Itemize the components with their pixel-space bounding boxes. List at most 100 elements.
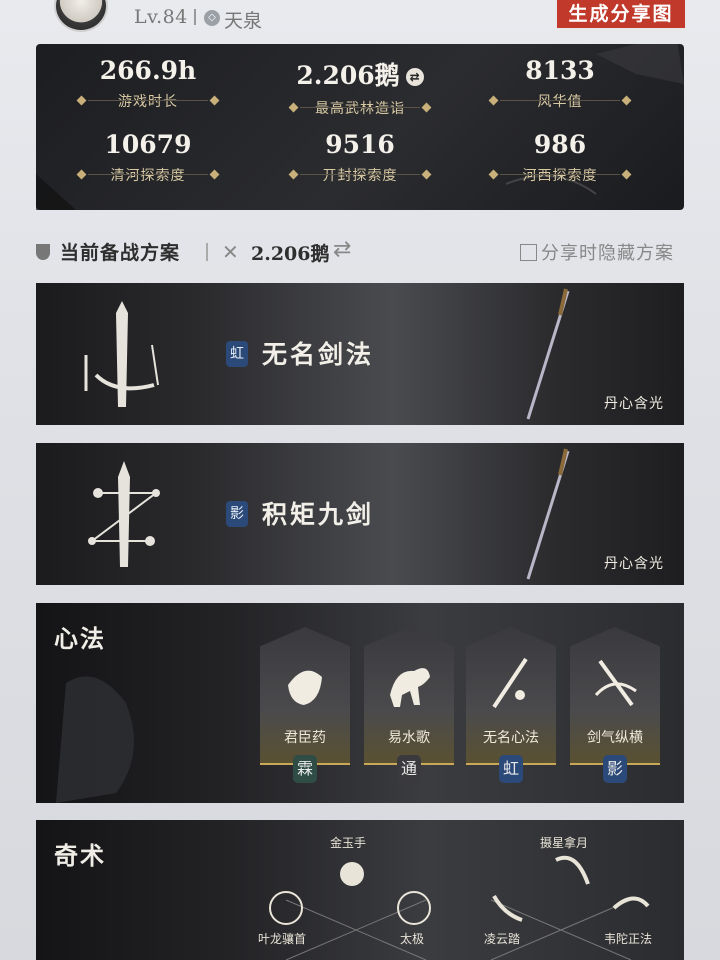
weapon-name: 无名剑法: [262, 340, 375, 369]
ornament-line: [500, 100, 560, 101]
profile-header: Lv.84 ◇ 天泉 生成分享图: [0, 0, 720, 40]
hide-loadout-label[interactable]: 分享时隐藏方案: [541, 239, 674, 265]
stat-label: 游戏时长: [118, 94, 178, 110]
ink-figure-decoration: [56, 676, 134, 803]
skill-name: 无名心法: [483, 730, 539, 746]
ornament-line: [500, 174, 560, 175]
stat-item: 986 河西探索度: [460, 130, 660, 185]
switch-icon[interactable]: ⇄: [405, 68, 424, 86]
stat-label-row: 河西探索度: [460, 165, 660, 185]
weapon-subtitle: 丹心含光: [604, 396, 664, 412]
qishu-item-label[interactable]: 太极: [400, 930, 424, 947]
stat-label: 最高武林造诣: [315, 101, 405, 117]
divider: [194, 9, 196, 25]
ornament-line: [560, 174, 620, 175]
diamond-icon: [421, 169, 432, 180]
weapon-card[interactable]: 虹 无名剑法 丹心含光: [36, 283, 684, 425]
diamond-icon: [209, 169, 220, 180]
stat-item: 8133 风华值: [460, 56, 660, 111]
skill-tag: 通: [397, 755, 421, 783]
diamond-icon: [76, 169, 87, 180]
stat-label-row: 风华值: [460, 91, 660, 111]
swap-icon[interactable]: ⇄: [333, 237, 351, 262]
weapon-card[interactable]: 影 积矩九剑 丹心含光: [36, 443, 684, 585]
diamond-icon: [488, 95, 499, 106]
ornament-line: [148, 174, 208, 175]
stat-value: 2.206鹅 ⇄: [260, 56, 460, 92]
weapon-seal: 虹: [226, 341, 248, 367]
stat-value: 10679: [104, 130, 192, 159]
stat-label-row: 游戏时长: [48, 91, 248, 111]
stat-label: 开封探索度: [322, 168, 398, 184]
stat-label-row: 开封探索度: [260, 165, 460, 185]
qishu-item-label[interactable]: 摄星拿月: [540, 834, 588, 851]
stat-label-row: 清河探索度: [48, 165, 248, 185]
diamond-icon: [209, 95, 220, 106]
diamond-icon: [488, 169, 499, 180]
skill-card[interactable]: 君臣药: [260, 627, 350, 765]
ornament-line: [300, 174, 360, 175]
qishu-item-label[interactable]: 韦陀正法: [604, 930, 652, 947]
stat-label: 风华值: [537, 94, 583, 110]
ornament-line: [360, 107, 420, 108]
stat-item: 266.9h 游戏时长: [48, 56, 248, 111]
ornament-line: [300, 107, 360, 108]
horse-icon: [390, 668, 430, 707]
skill-card[interactable]: 易水歌: [364, 627, 454, 765]
stat-value: 986: [533, 130, 587, 159]
shield-icon: [36, 244, 50, 260]
diamond-icon: [621, 169, 632, 180]
skill-tag: 虹: [499, 755, 523, 783]
sword-scroll-icon: [492, 657, 528, 709]
skill-name: 易水歌: [388, 730, 430, 746]
weapon-seal: 影: [226, 501, 248, 527]
sword-emblem-icon: [84, 301, 159, 407]
sword-emblem-icon: [88, 461, 160, 567]
qishu-item-label[interactable]: 金玉手: [330, 834, 366, 851]
stat-label-row: 最高武林造诣: [260, 98, 460, 118]
qishu-panel: 奇术 金玉手 摄星拿月 叶龙骧首 太极 凌云踏 韦陀正法: [36, 820, 684, 960]
stat-value: 266.9h: [99, 56, 197, 85]
server-name: 天泉: [224, 10, 263, 32]
loadout-bar: 当前备战方案 ✕ 2.206鹅 ⇄ 分享时隐藏方案: [36, 236, 686, 268]
diamond-icon: [621, 95, 632, 106]
stat-value: 8133: [525, 56, 595, 85]
ornament-line: [148, 100, 208, 101]
skill-card[interactable]: 剑气纵横: [570, 627, 660, 765]
ornament-line: [88, 100, 148, 101]
diamond-icon: [421, 102, 432, 113]
divider: [206, 243, 208, 261]
crossed-swords-icon: ✕: [222, 240, 239, 264]
stats-panel: 266.9h 游戏时长 2.206鹅 ⇄ 最高武林造诣 8133 风华值 10679 清河探索度…: [36, 44, 684, 210]
sword-icon: [526, 288, 570, 420]
weapon-subtitle: 丹心含光: [604, 556, 664, 572]
ornament-line: [88, 174, 148, 175]
skill-tag: 影: [603, 755, 627, 783]
sword-whirl-icon: [594, 659, 637, 707]
skill-tag: 霖: [293, 755, 317, 783]
stat-item: 10679 清河探索度: [48, 130, 248, 185]
weapon-name: 积矩九剑: [262, 500, 375, 529]
skill-card[interactable]: 无名心法: [466, 627, 556, 765]
hide-loadout-checkbox[interactable]: [520, 244, 537, 261]
xinfa-panel: 心法 君臣药 易水歌 无名心法 剑气纵横 霖 通 虹 影: [36, 603, 684, 803]
stat-label: 河西探索度: [522, 168, 598, 184]
stat-item: 9516 开封探索度: [260, 130, 460, 185]
qishu-item-label[interactable]: 叶龙骧首: [258, 930, 306, 947]
player-level: Lv.84: [134, 6, 188, 28]
stat-label: 清河探索度: [110, 168, 186, 184]
ornament-line: [560, 100, 620, 101]
generate-share-image-button[interactable]: 生成分享图: [555, 0, 687, 30]
skill-name: 剑气纵横: [587, 730, 643, 746]
loadout-score: 2.206鹅: [251, 243, 330, 265]
diamond-icon: [288, 169, 299, 180]
sword-icon: [526, 448, 570, 580]
qishu-item-label[interactable]: 凌云踏: [484, 930, 520, 947]
cauldron-icon: [288, 670, 322, 705]
diamond-icon: [288, 102, 299, 113]
loadout-title: 当前备战方案: [60, 242, 181, 264]
stat-value: 9516: [325, 130, 395, 159]
diamond-icon: [76, 95, 87, 106]
avatar[interactable]: [54, 0, 108, 32]
skill-name: 君臣药: [284, 730, 326, 746]
